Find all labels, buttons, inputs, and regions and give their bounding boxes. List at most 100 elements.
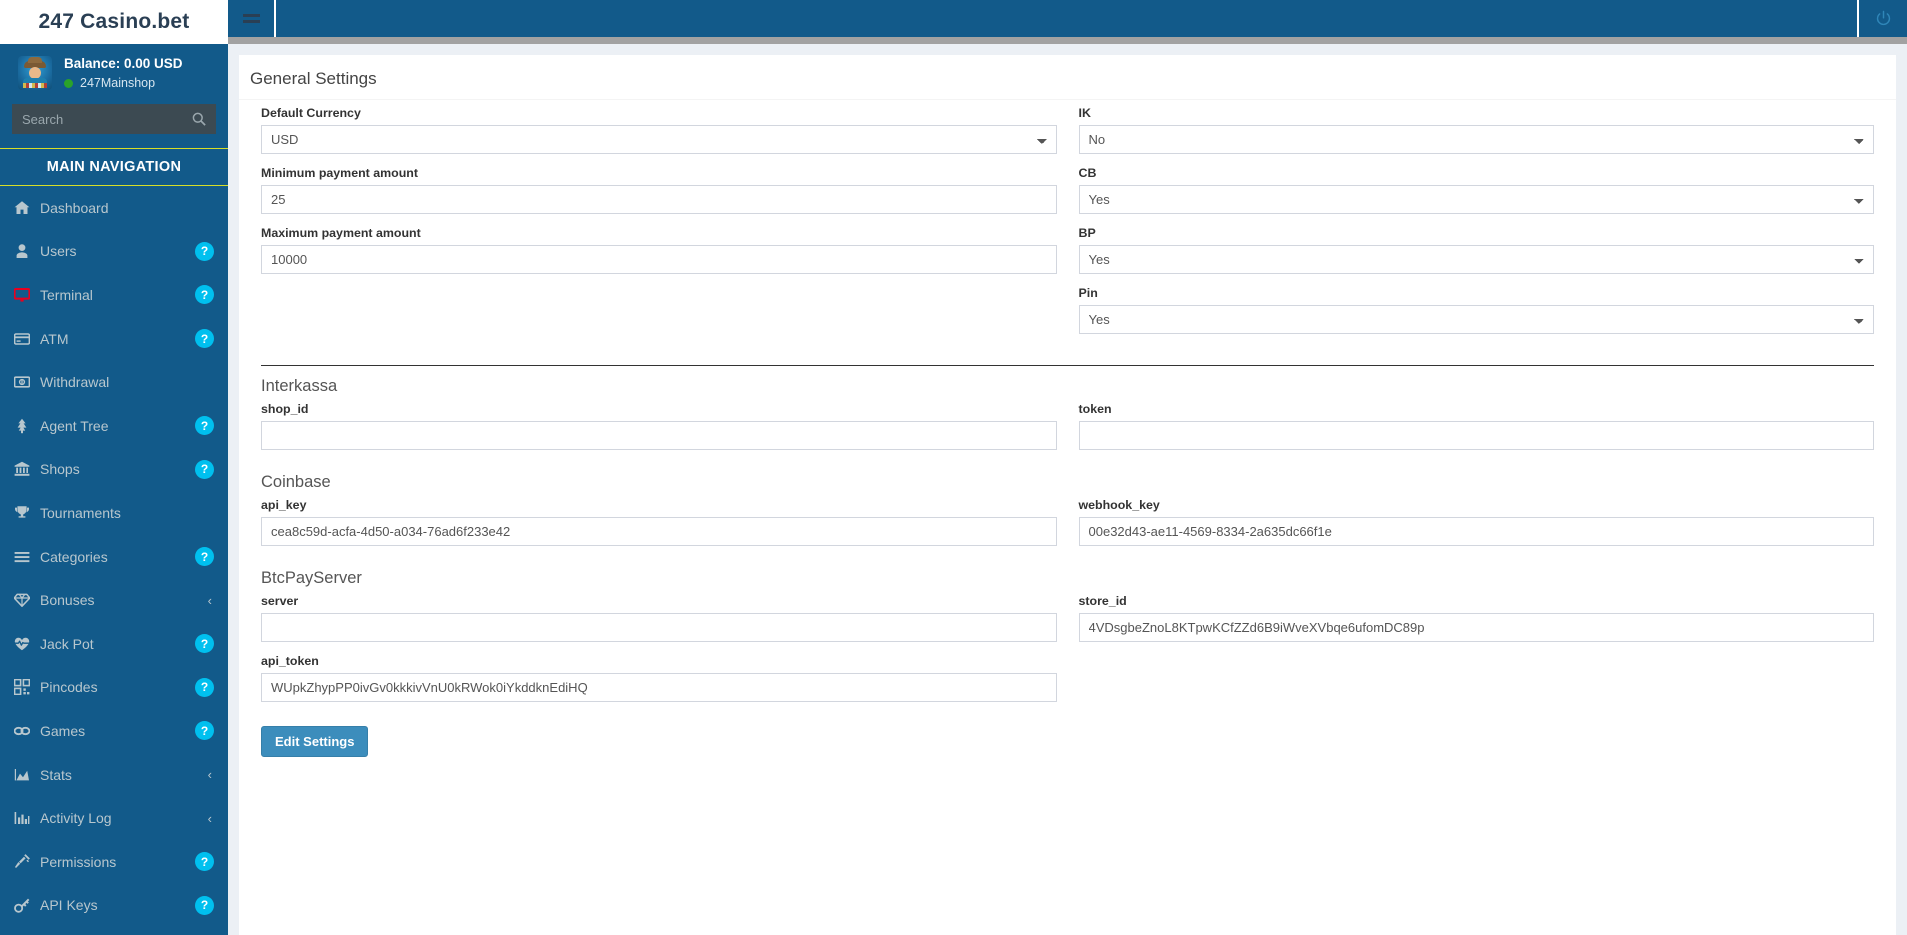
sidebar-item-bonuses[interactable]: Bonuses ‹ [0, 578, 228, 622]
field-pin: Pin Yes [1078, 286, 1874, 334]
bp-select[interactable]: Yes [1078, 245, 1874, 274]
help-badge[interactable]: ? [195, 547, 214, 567]
sidebar-item-dashboard[interactable]: Dashboard [0, 186, 228, 230]
online-status-dot [64, 78, 73, 88]
sidebar-item-stats[interactable]: Stats ‹ [0, 753, 228, 797]
search-button[interactable] [182, 104, 216, 134]
help-badge[interactable]: ? [195, 459, 214, 479]
brand-header[interactable]: 247 Casino.bet [0, 0, 228, 44]
field-api-token: api_token [261, 654, 1057, 702]
cb-label: CB [1078, 166, 1097, 180]
api-token-label: api_token [261, 654, 319, 668]
help-badge[interactable]: ? [195, 416, 214, 436]
list-icon [14, 551, 30, 562]
sidebar-icon-wrapper [14, 767, 38, 783]
sidebar-item-label: Activity Log [40, 810, 112, 827]
pin-label: Pin [1078, 286, 1098, 300]
sidebar-item-label: Categories [40, 548, 108, 565]
interkassa-left-column: shop_id [250, 402, 1068, 462]
money-icon [14, 376, 30, 388]
sidebar-item-categories[interactable]: Categories? [0, 535, 228, 579]
webhook-key-label: webhook_key [1078, 498, 1160, 512]
store-id-input[interactable] [1078, 613, 1874, 642]
avatar [18, 56, 52, 90]
bank-icon [14, 462, 30, 477]
sidebar-item-permissions[interactable]: Permissions? [0, 840, 228, 884]
bar-chart-icon [14, 812, 30, 825]
help-badge[interactable]: ? [195, 285, 214, 305]
default-currency-select[interactable]: USD [261, 125, 1057, 154]
top-gray-band [228, 37, 1907, 44]
balance-text: Balance: 0.00 USD [64, 56, 183, 71]
api-token-input[interactable] [261, 673, 1057, 702]
sidebar-item-shops[interactable]: Shops? [0, 448, 228, 492]
sidebar-icon-wrapper [14, 592, 38, 608]
cb-select[interactable]: Yes [1078, 185, 1874, 214]
sidebar-toggle-button[interactable] [228, 0, 276, 37]
sidebar-icon-wrapper [14, 853, 38, 870]
pin-select[interactable]: Yes [1078, 305, 1874, 334]
chain-icon [14, 726, 30, 736]
trophy-icon [15, 506, 29, 518]
tree-icon [17, 418, 27, 433]
sidebar-icon-wrapper [14, 461, 38, 477]
sidebar-item-activity-log[interactable]: Activity Log ‹ [0, 796, 228, 840]
token-input[interactable] [1078, 421, 1874, 450]
edit-settings-button[interactable]: Edit Settings [261, 726, 369, 757]
page-title: General Settings [250, 69, 377, 88]
server-input[interactable] [261, 613, 1057, 642]
token-label: token [1078, 402, 1112, 416]
field-token: token [1078, 402, 1874, 450]
field-bp: BP Yes [1078, 226, 1874, 274]
help-badge[interactable]: ? [195, 634, 214, 654]
sidebar-item-label: Pincodes [40, 679, 98, 696]
sidebar-item-terminal[interactable]: Terminal? [0, 273, 228, 317]
sidebar-icon-wrapper [14, 679, 38, 696]
sidebar-item-label: API Keys [40, 897, 98, 914]
max-payment-input[interactable] [261, 245, 1057, 274]
help-badge[interactable]: ? [195, 895, 214, 915]
sidebar-item-atm[interactable]: ATM? [0, 317, 228, 361]
sidebar-item-agent-tree[interactable]: Agent Tree? [0, 404, 228, 448]
shop-id-input[interactable] [261, 421, 1057, 450]
ik-label: IK [1078, 106, 1091, 120]
shop-name: 247Mainshop [80, 76, 156, 90]
api-key-input[interactable] [261, 517, 1057, 546]
diamond-icon [14, 593, 30, 608]
help-badge[interactable]: ? [195, 677, 214, 697]
default-currency-label: Default Currency [261, 106, 361, 120]
settings-form: Default Currency USD Minimum payment amo… [239, 100, 1896, 757]
sidebar-item-users[interactable]: Users? [0, 230, 228, 274]
topbar [228, 0, 1907, 37]
credit-card-icon [14, 332, 30, 345]
help-badge[interactable]: ? [195, 852, 214, 872]
sidebar-item-games[interactable]: Games? [0, 709, 228, 753]
help-badge[interactable]: ? [195, 241, 214, 261]
left-column-spacer [261, 286, 1057, 347]
chevron-left-icon: ‹ [207, 767, 212, 783]
sidebar-item-tournaments[interactable]: Tournaments [0, 491, 228, 535]
sidebar-item-jack-pot[interactable]: Jack Pot? [0, 622, 228, 666]
general-right-column: IK No CB Yes BP Yes Pin Yes [1068, 106, 1886, 347]
sidebar-item-pincodes[interactable]: Pincodes? [0, 666, 228, 710]
webhook-key-input[interactable] [1078, 517, 1874, 546]
help-badge[interactable]: ? [195, 721, 214, 741]
nav-section-header: MAIN NAVIGATION [0, 148, 228, 186]
sidebar-icon-wrapper [14, 374, 38, 390]
help-badge[interactable]: ? [195, 329, 214, 349]
monitor-icon [14, 287, 30, 302]
field-min-payment: Minimum payment amount [261, 166, 1057, 214]
field-store-id: store_id [1078, 594, 1874, 642]
btcpay-row: server api_token store_id [250, 594, 1885, 714]
field-webhook-key: webhook_key [1078, 498, 1874, 546]
logout-button[interactable] [1859, 0, 1907, 37]
ik-select[interactable]: No [1078, 125, 1874, 154]
sidebar-icon-wrapper [14, 636, 38, 652]
hamburger-icon [242, 14, 260, 17]
sidebar-item-label: Shops [40, 461, 80, 478]
sidebar-item-withdrawal[interactable]: Withdrawal [0, 360, 228, 404]
min-payment-input[interactable] [261, 185, 1057, 214]
sidebar-item-label: Stats [40, 766, 72, 783]
settings-box: General Settings Default Currency USD Mi… [239, 55, 1896, 935]
sidebar-item-api-keys[interactable]: API Keys? [0, 884, 228, 928]
